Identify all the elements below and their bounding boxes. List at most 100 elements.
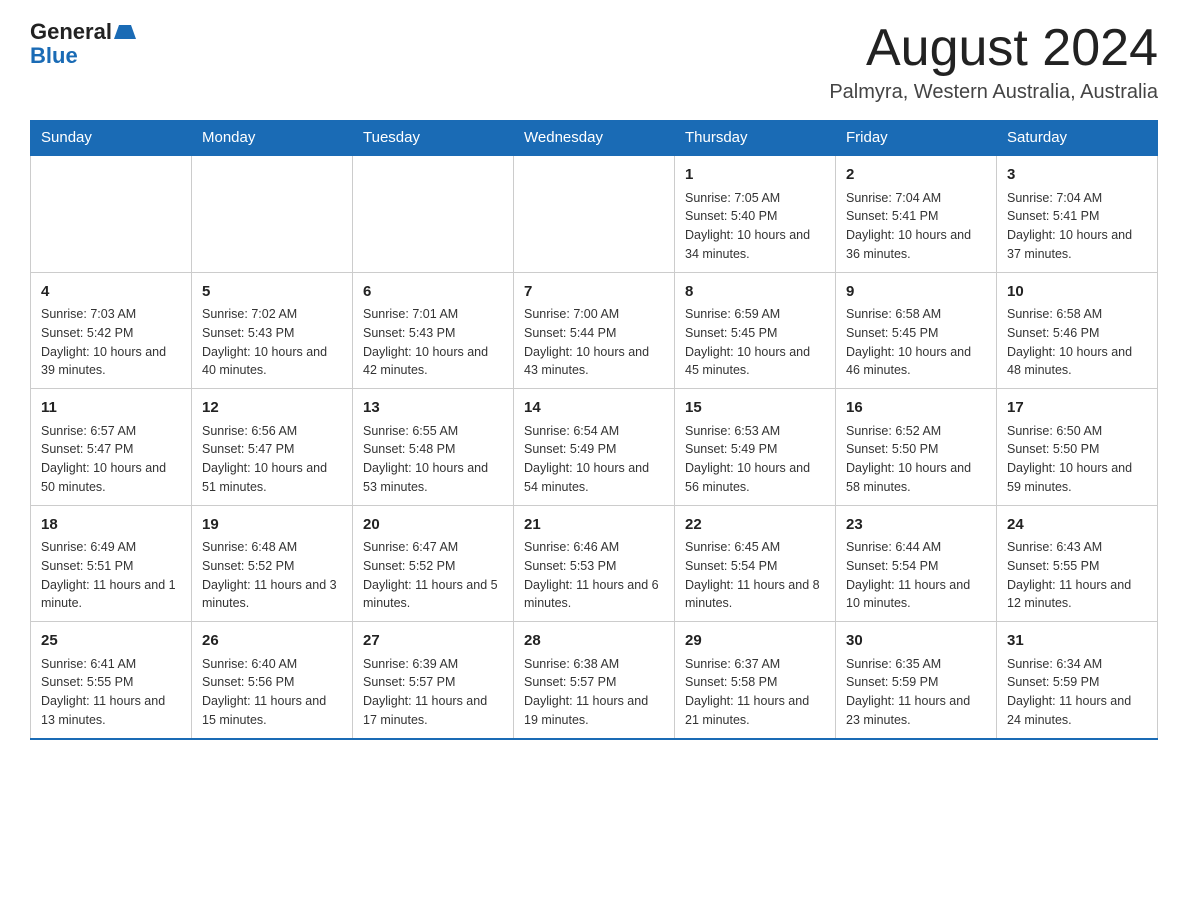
day-info: Sunrise: 6:52 AMSunset: 5:50 PMDaylight:… [846, 422, 986, 497]
page-header: General Blue August 2024 Palmyra, Wester… [30, 20, 1158, 104]
column-header-thursday: Thursday [675, 121, 836, 156]
day-info: Sunrise: 6:44 AMSunset: 5:54 PMDaylight:… [846, 538, 986, 613]
day-number: 6 [363, 281, 503, 304]
day-info: Sunrise: 6:48 AMSunset: 5:52 PMDaylight:… [202, 538, 342, 613]
calendar-table: SundayMondayTuesdayWednesdayThursdayFrid… [30, 120, 1158, 740]
day-info: Sunrise: 7:02 AMSunset: 5:43 PMDaylight:… [202, 305, 342, 380]
calendar-cell: 24Sunrise: 6:43 AMSunset: 5:55 PMDayligh… [997, 505, 1158, 622]
day-info: Sunrise: 6:37 AMSunset: 5:58 PMDaylight:… [685, 655, 825, 730]
logo-triangle-icon [114, 21, 136, 43]
day-number: 4 [41, 281, 181, 304]
day-number: 8 [685, 281, 825, 304]
calendar-cell: 3Sunrise: 7:04 AMSunset: 5:41 PMDaylight… [997, 155, 1158, 272]
calendar-cell: 1Sunrise: 7:05 AMSunset: 5:40 PMDaylight… [675, 155, 836, 272]
day-number: 25 [41, 630, 181, 653]
day-number: 16 [846, 397, 986, 420]
day-info: Sunrise: 6:57 AMSunset: 5:47 PMDaylight:… [41, 422, 181, 497]
calendar-cell [514, 155, 675, 272]
calendar-week-row: 11Sunrise: 6:57 AMSunset: 5:47 PMDayligh… [31, 389, 1158, 506]
calendar-cell: 6Sunrise: 7:01 AMSunset: 5:43 PMDaylight… [353, 272, 514, 389]
day-info: Sunrise: 6:46 AMSunset: 5:53 PMDaylight:… [524, 538, 664, 613]
day-number: 14 [524, 397, 664, 420]
calendar-cell: 15Sunrise: 6:53 AMSunset: 5:49 PMDayligh… [675, 389, 836, 506]
day-number: 30 [846, 630, 986, 653]
day-info: Sunrise: 7:03 AMSunset: 5:42 PMDaylight:… [41, 305, 181, 380]
calendar-cell: 10Sunrise: 6:58 AMSunset: 5:46 PMDayligh… [997, 272, 1158, 389]
column-header-friday: Friday [836, 121, 997, 156]
day-info: Sunrise: 7:04 AMSunset: 5:41 PMDaylight:… [846, 189, 986, 264]
calendar-cell [31, 155, 192, 272]
title-area: August 2024 Palmyra, Western Australia, … [829, 20, 1158, 104]
day-number: 31 [1007, 630, 1147, 653]
calendar-cell: 12Sunrise: 6:56 AMSunset: 5:47 PMDayligh… [192, 389, 353, 506]
day-number: 29 [685, 630, 825, 653]
calendar-week-row: 1Sunrise: 7:05 AMSunset: 5:40 PMDaylight… [31, 155, 1158, 272]
calendar-cell: 18Sunrise: 6:49 AMSunset: 5:51 PMDayligh… [31, 505, 192, 622]
calendar-cell: 19Sunrise: 6:48 AMSunset: 5:52 PMDayligh… [192, 505, 353, 622]
day-number: 5 [202, 281, 342, 304]
day-info: Sunrise: 6:43 AMSunset: 5:55 PMDaylight:… [1007, 538, 1147, 613]
day-info: Sunrise: 6:50 AMSunset: 5:50 PMDaylight:… [1007, 422, 1147, 497]
day-number: 1 [685, 164, 825, 187]
day-number: 9 [846, 281, 986, 304]
day-info: Sunrise: 7:00 AMSunset: 5:44 PMDaylight:… [524, 305, 664, 380]
day-info: Sunrise: 6:35 AMSunset: 5:59 PMDaylight:… [846, 655, 986, 730]
day-info: Sunrise: 6:45 AMSunset: 5:54 PMDaylight:… [685, 538, 825, 613]
column-header-tuesday: Tuesday [353, 121, 514, 156]
day-info: Sunrise: 6:56 AMSunset: 5:47 PMDaylight:… [202, 422, 342, 497]
logo: General Blue [30, 20, 136, 68]
location-title: Palmyra, Western Australia, Australia [829, 81, 1158, 104]
column-header-saturday: Saturday [997, 121, 1158, 156]
calendar-cell: 11Sunrise: 6:57 AMSunset: 5:47 PMDayligh… [31, 389, 192, 506]
calendar-cell: 30Sunrise: 6:35 AMSunset: 5:59 PMDayligh… [836, 622, 997, 739]
calendar-cell: 27Sunrise: 6:39 AMSunset: 5:57 PMDayligh… [353, 622, 514, 739]
calendar-cell: 29Sunrise: 6:37 AMSunset: 5:58 PMDayligh… [675, 622, 836, 739]
day-info: Sunrise: 6:59 AMSunset: 5:45 PMDaylight:… [685, 305, 825, 380]
day-number: 24 [1007, 514, 1147, 537]
day-info: Sunrise: 6:58 AMSunset: 5:45 PMDaylight:… [846, 305, 986, 380]
day-number: 3 [1007, 164, 1147, 187]
calendar-week-row: 25Sunrise: 6:41 AMSunset: 5:55 PMDayligh… [31, 622, 1158, 739]
day-number: 7 [524, 281, 664, 304]
calendar-cell: 5Sunrise: 7:02 AMSunset: 5:43 PMDaylight… [192, 272, 353, 389]
logo-blue-text: Blue [30, 44, 136, 68]
day-number: 12 [202, 397, 342, 420]
calendar-cell: 9Sunrise: 6:58 AMSunset: 5:45 PMDaylight… [836, 272, 997, 389]
day-info: Sunrise: 6:54 AMSunset: 5:49 PMDaylight:… [524, 422, 664, 497]
calendar-cell: 23Sunrise: 6:44 AMSunset: 5:54 PMDayligh… [836, 505, 997, 622]
day-number: 2 [846, 164, 986, 187]
calendar-cell: 21Sunrise: 6:46 AMSunset: 5:53 PMDayligh… [514, 505, 675, 622]
day-number: 20 [363, 514, 503, 537]
calendar-cell: 14Sunrise: 6:54 AMSunset: 5:49 PMDayligh… [514, 389, 675, 506]
calendar-cell: 8Sunrise: 6:59 AMSunset: 5:45 PMDaylight… [675, 272, 836, 389]
day-number: 17 [1007, 397, 1147, 420]
day-number: 10 [1007, 281, 1147, 304]
calendar-cell: 26Sunrise: 6:40 AMSunset: 5:56 PMDayligh… [192, 622, 353, 739]
day-info: Sunrise: 6:40 AMSunset: 5:56 PMDaylight:… [202, 655, 342, 730]
day-info: Sunrise: 7:05 AMSunset: 5:40 PMDaylight:… [685, 189, 825, 264]
calendar-cell [192, 155, 353, 272]
calendar-cell: 28Sunrise: 6:38 AMSunset: 5:57 PMDayligh… [514, 622, 675, 739]
calendar-week-row: 18Sunrise: 6:49 AMSunset: 5:51 PMDayligh… [31, 505, 1158, 622]
calendar-header-row: SundayMondayTuesdayWednesdayThursdayFrid… [31, 121, 1158, 156]
calendar-cell: 25Sunrise: 6:41 AMSunset: 5:55 PMDayligh… [31, 622, 192, 739]
day-info: Sunrise: 6:55 AMSunset: 5:48 PMDaylight:… [363, 422, 503, 497]
day-info: Sunrise: 7:04 AMSunset: 5:41 PMDaylight:… [1007, 189, 1147, 264]
calendar-cell [353, 155, 514, 272]
calendar-cell: 22Sunrise: 6:45 AMSunset: 5:54 PMDayligh… [675, 505, 836, 622]
day-number: 11 [41, 397, 181, 420]
day-info: Sunrise: 6:41 AMSunset: 5:55 PMDaylight:… [41, 655, 181, 730]
day-number: 18 [41, 514, 181, 537]
column-header-monday: Monday [192, 121, 353, 156]
month-title: August 2024 [829, 20, 1158, 77]
logo-general-text: General [30, 20, 112, 44]
day-number: 19 [202, 514, 342, 537]
calendar-cell: 20Sunrise: 6:47 AMSunset: 5:52 PMDayligh… [353, 505, 514, 622]
calendar-cell: 4Sunrise: 7:03 AMSunset: 5:42 PMDaylight… [31, 272, 192, 389]
column-header-sunday: Sunday [31, 121, 192, 156]
day-number: 13 [363, 397, 503, 420]
day-number: 27 [363, 630, 503, 653]
calendar-cell: 13Sunrise: 6:55 AMSunset: 5:48 PMDayligh… [353, 389, 514, 506]
day-info: Sunrise: 6:58 AMSunset: 5:46 PMDaylight:… [1007, 305, 1147, 380]
day-number: 22 [685, 514, 825, 537]
